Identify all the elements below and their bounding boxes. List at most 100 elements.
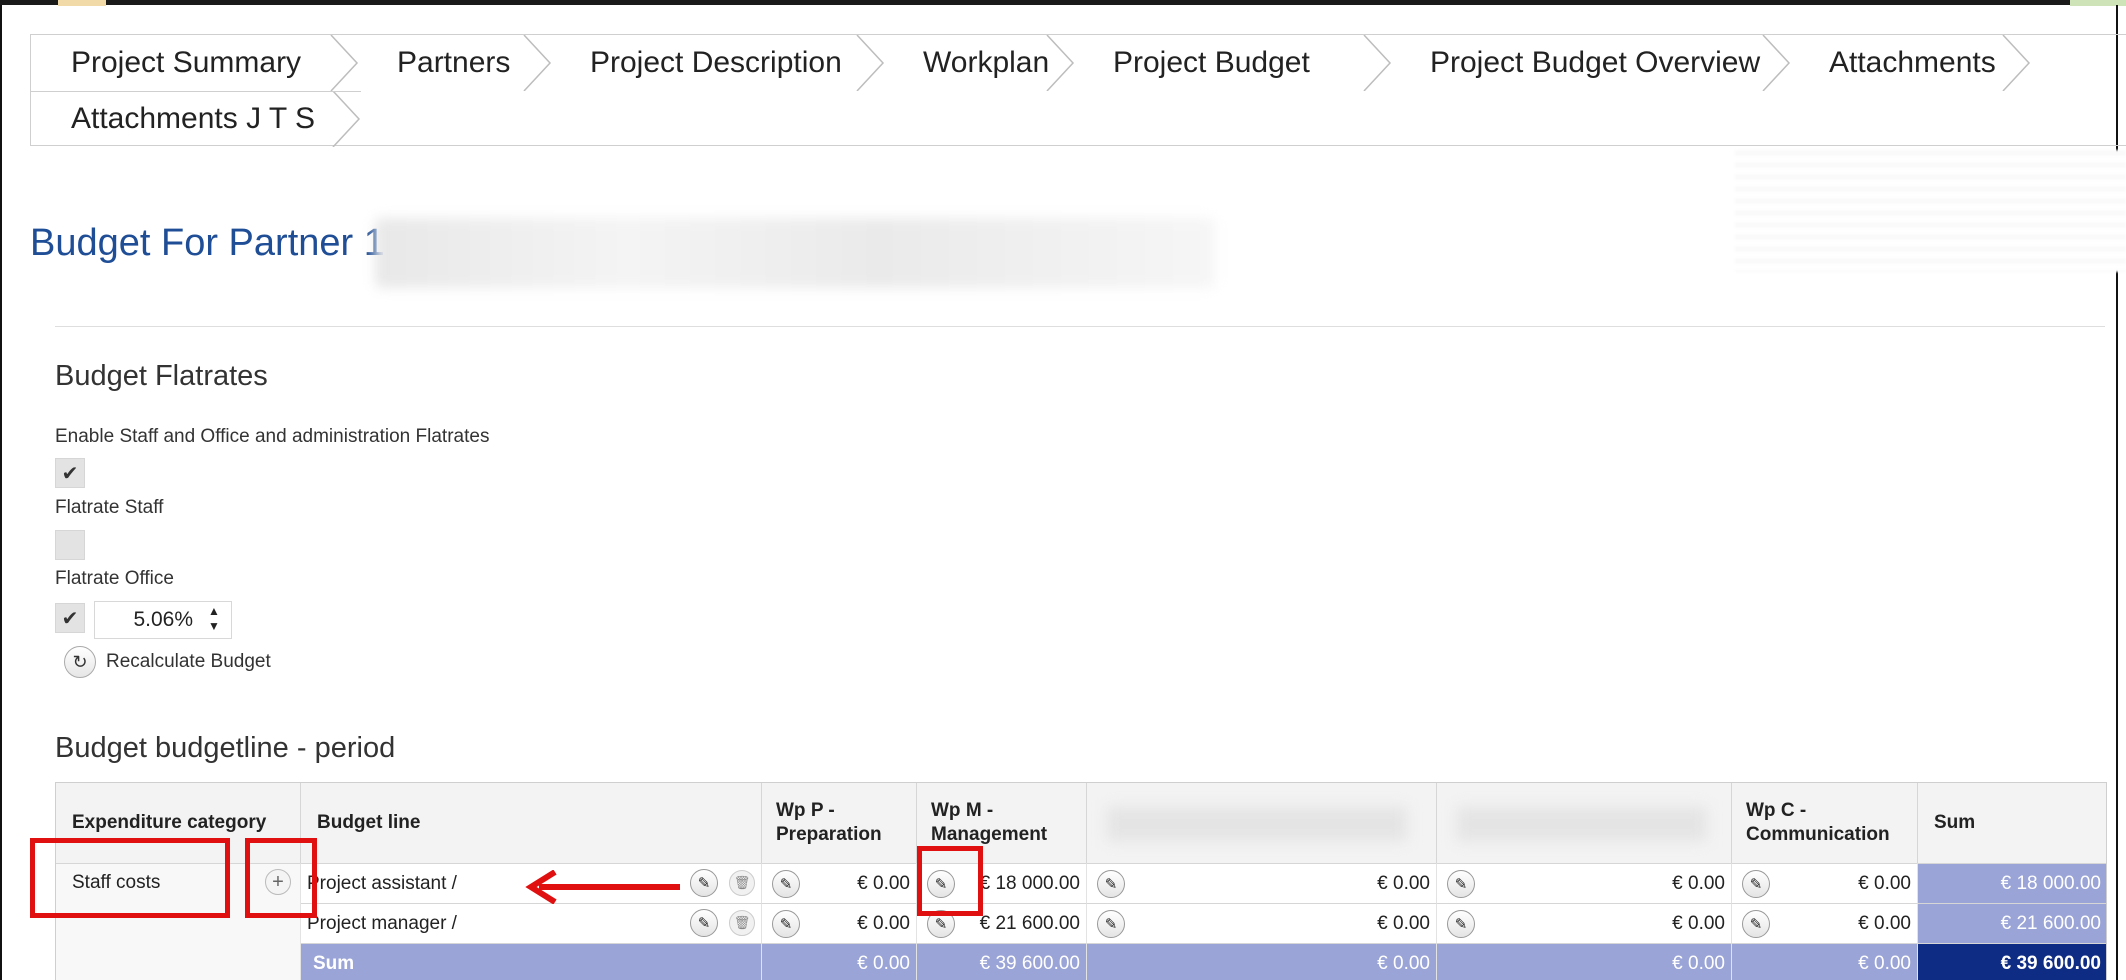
edit-budget-line-button[interactable]: ✎ — [690, 869, 718, 897]
grand-total: € 39 600.00 — [1918, 943, 2106, 980]
tab-project-summary[interactable]: Project Summary — [31, 35, 359, 91]
corner-decoration-left — [58, 0, 106, 6]
stepper-down-icon[interactable]: ▼ — [205, 619, 223, 634]
chevron-right-icon — [2002, 35, 2031, 91]
delete-budget-line-button[interactable]: 🗑 — [729, 910, 755, 936]
pencil-icon: ✎ — [1454, 916, 1468, 933]
stepper-up-icon[interactable]: ▲ — [205, 604, 223, 619]
pencil-icon: ✎ — [779, 916, 793, 933]
edit-cell-button[interactable]: ✎ — [772, 870, 800, 898]
edit-cell-button[interactable]: ✎ — [927, 870, 955, 898]
cell-row-sum: € 18 000.00 — [1918, 863, 2106, 903]
sum-wp-i: € 0.00 — [1437, 943, 1732, 980]
flatrates-heading: Budget Flatrates — [55, 360, 268, 392]
sum-wp-c: € 0.00 — [1732, 943, 1918, 980]
edit-cell-button[interactable]: ✎ — [1097, 870, 1125, 898]
chevron-right-icon — [856, 35, 885, 91]
value: € 0.00 — [857, 952, 910, 974]
sum-wp-p: € 0.00 — [762, 943, 917, 980]
edit-cell-button[interactable]: ✎ — [1742, 910, 1770, 938]
value: € 0.00 — [1858, 872, 1911, 894]
header-expenditure-category: Expenditure category — [56, 783, 301, 863]
chevron-right-icon — [1046, 35, 1075, 91]
budget-line-name: Project assistant / — [307, 872, 457, 894]
stepper-arrows[interactable]: ▲ ▼ — [205, 604, 223, 636]
tab-bar: Project Summary Partners Project Descrip… — [30, 34, 2126, 147]
enable-flatrates-checkbox[interactable]: ✔ — [55, 458, 85, 488]
edit-cell-button[interactable]: ✎ — [1447, 910, 1475, 938]
blurred-background-graphic — [1735, 150, 2126, 272]
tab-label: Project Budget — [1113, 46, 1310, 79]
edit-cell-button[interactable]: ✎ — [927, 910, 955, 938]
tab-project-budget-overview[interactable]: Project Budget Overview — [1392, 35, 1791, 91]
header-budget-line: Budget line — [301, 783, 762, 863]
value: € 0.00 — [1377, 952, 1430, 974]
flatrate-staff-checkbox[interactable] — [55, 530, 85, 560]
tab-label: Project Budget Overview — [1430, 46, 1761, 79]
tab-attachments[interactable]: Attachments — [1791, 35, 2031, 91]
enable-flatrates-label: Enable Staff and Office and administrati… — [55, 426, 490, 447]
tab-label: Workplan — [923, 46, 1050, 79]
pencil-icon: ✎ — [779, 876, 793, 893]
plus-icon: + — [272, 870, 284, 893]
value: € 39 600.00 — [979, 952, 1080, 974]
category-name: Staff costs — [72, 872, 161, 893]
add-budget-line-button[interactable]: + — [265, 869, 291, 895]
redacted-header — [1107, 807, 1407, 841]
check-icon: ✔ — [61, 462, 79, 485]
edit-cell-button[interactable]: ✎ — [1742, 870, 1770, 898]
cell-wp-i: € 0.00 — [1437, 863, 1732, 903]
tab-partners[interactable]: Partners — [359, 35, 552, 91]
tab-row-divider — [31, 91, 361, 92]
value: € 0.00 — [857, 912, 910, 934]
flatrate-office-checkbox[interactable]: ✔ — [55, 603, 85, 633]
chevron-right-icon — [1762, 35, 1791, 91]
tab-workplan[interactable]: Workplan — [885, 35, 1075, 91]
tab-label: Attachments J T S — [71, 102, 315, 135]
header-wp-t-redacted — [1087, 783, 1437, 863]
value: € 21 600.00 — [2000, 912, 2101, 934]
category-cell: Staff costs — [56, 863, 301, 943]
pencil-icon: ✎ — [1454, 876, 1468, 893]
value: € 0.00 — [1672, 912, 1725, 934]
edit-cell-button[interactable]: ✎ — [1447, 870, 1475, 898]
value: € 0.00 — [1377, 912, 1430, 934]
header-wp-m-label: Wp M - Management — [931, 800, 1048, 845]
delete-budget-line-button[interactable]: 🗑 — [729, 870, 755, 896]
header-wp-c-label: Wp C - Communication — [1746, 800, 1890, 845]
pencil-icon: ✎ — [934, 916, 948, 933]
sum-row-spacer — [56, 943, 301, 980]
cell-wp-t: € 0.00 — [1087, 903, 1437, 943]
flatrate-office-label: Flatrate Office — [55, 568, 174, 589]
edit-budget-line-button[interactable]: ✎ — [690, 909, 718, 937]
chevron-right-icon — [1363, 35, 1392, 91]
tab-project-budget[interactable]: Project Budget — [1075, 35, 1392, 91]
redacted-header — [1457, 807, 1707, 841]
recalculate-budget-button[interactable]: ↻ Recalculate Budget — [64, 646, 271, 678]
value: € 21 600.00 — [979, 912, 1080, 934]
pencil-icon: ✎ — [1104, 876, 1118, 893]
tab-label: Partners — [397, 46, 511, 79]
redacted-partner-name — [375, 218, 1215, 288]
header-wp-c: Wp C - Communication — [1732, 783, 1918, 863]
edit-cell-button[interactable]: ✎ — [1097, 910, 1125, 938]
value: € 0.00 — [1858, 952, 1911, 974]
header-wp-i-redacted — [1437, 783, 1732, 863]
value: € 18 000.00 — [979, 872, 1080, 894]
trash-icon: 🗑 — [733, 915, 751, 930]
cell-wp-t: € 0.00 — [1087, 863, 1437, 903]
refresh-icon: ↻ — [64, 646, 96, 678]
top-border — [0, 0, 2126, 5]
flatrate-office-input[interactable]: 5.06% ▲ ▼ — [94, 601, 232, 639]
tab-attachments-jts[interactable]: Attachments J T S — [31, 91, 361, 147]
value: € 18 000.00 — [2000, 872, 2101, 894]
divider — [55, 326, 2105, 327]
cell-wp-i: € 0.00 — [1437, 903, 1732, 943]
cell-row-sum: € 21 600.00 — [1918, 903, 2106, 943]
flatrate-staff-label: Flatrate Staff — [55, 497, 164, 518]
tab-project-description[interactable]: Project Description — [552, 35, 885, 91]
value: € 0.00 — [857, 872, 910, 894]
sum-wp-t: € 0.00 — [1087, 943, 1437, 980]
tab-label: Project Summary — [71, 46, 302, 79]
edit-cell-button[interactable]: ✎ — [772, 910, 800, 938]
